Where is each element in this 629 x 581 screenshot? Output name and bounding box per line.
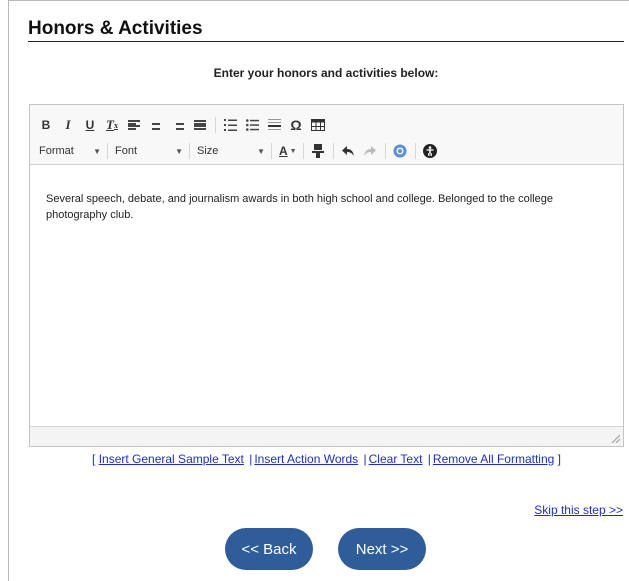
remove-format-button[interactable]: Tx: [105, 116, 119, 134]
toolbar-row-2: Format ▼ Font ▼ Size ▼ A ▼: [39, 142, 445, 160]
toolbar-separator: [215, 117, 216, 133]
format-dropdown[interactable]: Format ▼: [39, 143, 101, 159]
link-separator: |: [249, 452, 253, 466]
size-dropdown[interactable]: Size ▼: [197, 143, 265, 159]
size-dropdown-label: Size: [197, 145, 219, 157]
open-bracket: [: [92, 452, 96, 466]
editor-status-bar: [30, 426, 623, 446]
accessibility-icon: [422, 144, 437, 158]
align-center-icon: [150, 120, 162, 130]
toolbar-separator: [271, 143, 272, 159]
align-left-button[interactable]: [127, 116, 141, 134]
format-dropdown-label: Format: [39, 145, 74, 157]
remove-format-sub: x: [113, 120, 118, 130]
numbered-list-icon: [223, 119, 237, 131]
close-bracket: ]: [557, 452, 561, 466]
insert-general-sample-text-link[interactable]: Insert General Sample Text: [99, 452, 244, 466]
skip-step-link[interactable]: Skip this step >>: [534, 503, 623, 517]
highlight-button[interactable]: [311, 142, 325, 160]
insert-action-words-link[interactable]: Insert Action Words: [254, 452, 358, 466]
help-button[interactable]: [393, 142, 407, 160]
redo-icon: [363, 146, 376, 156]
undo-button[interactable]: [341, 142, 355, 160]
font-dropdown-label: Font: [115, 145, 138, 157]
clear-text-link[interactable]: Clear Text: [369, 452, 423, 466]
editor-text: Several speech, debate, and journalism a…: [46, 193, 553, 221]
horizontal-line-button[interactable]: [267, 116, 281, 134]
undo-icon: [341, 146, 354, 156]
editor-content-area[interactable]: Several speech, debate, and journalism a…: [30, 165, 623, 223]
chevron-down-icon: ▼: [289, 147, 297, 155]
bulleted-list-icon: [245, 119, 259, 131]
instruction-text: Enter your honors and activities below:: [213, 66, 439, 80]
bold-button[interactable]: B: [39, 116, 53, 134]
frame-left-border: [8, 0, 9, 581]
accessibility-button[interactable]: [422, 142, 437, 160]
chevron-down-icon: ▼: [175, 146, 183, 156]
next-button[interactable]: Next >>: [338, 528, 426, 570]
highlight-marker-icon: [311, 144, 324, 158]
toolbar-separator: [107, 143, 108, 159]
editor-action-links: [ Insert General Sample Text | Insert Act…: [29, 452, 624, 466]
toolbar-separator: [189, 143, 190, 159]
link-separator: |: [363, 452, 367, 466]
align-left-icon: [128, 120, 140, 130]
align-justify-button[interactable]: [193, 116, 207, 134]
frame-top-border: [8, 0, 629, 1]
horizontal-line-icon: [267, 119, 281, 130]
italic-button[interactable]: I: [61, 116, 75, 134]
back-button[interactable]: << Back: [225, 528, 313, 570]
align-right-button[interactable]: [171, 116, 185, 134]
editor-toolbar: B I U Tx Ω Format ▼ Font ▼ Size ▼ A ▼: [30, 105, 623, 165]
resize-grip-icon[interactable]: [610, 433, 620, 443]
font-dropdown[interactable]: Font ▼: [115, 143, 183, 159]
toolbar-separator: [384, 143, 386, 159]
bulleted-list-button[interactable]: [245, 116, 259, 134]
chevron-down-icon: ▼: [257, 146, 265, 156]
special-character-button[interactable]: Ω: [289, 116, 303, 134]
redo-button[interactable]: [363, 142, 377, 160]
rich-text-editor: B I U Tx Ω Format ▼ Font ▼ Size ▼ A ▼ Se…: [29, 104, 624, 447]
insert-table-button[interactable]: [311, 116, 325, 134]
numbered-list-button[interactable]: [223, 116, 237, 134]
toolbar-separator: [332, 143, 334, 159]
help-icon: [393, 144, 407, 158]
page-title: Honors & Activities: [28, 18, 624, 42]
align-justify-icon: [194, 120, 206, 130]
underline-button[interactable]: U: [83, 116, 97, 134]
toolbar-row-1: B I U Tx Ω: [39, 115, 333, 135]
table-icon: [311, 119, 325, 131]
toolbar-separator: [414, 143, 416, 159]
remove-format-glyph: T: [106, 117, 114, 132]
text-color-button[interactable]: A ▼: [279, 142, 297, 160]
toolbar-separator: [302, 143, 304, 159]
align-right-icon: [172, 120, 184, 130]
remove-all-formatting-link[interactable]: Remove All Formatting: [433, 452, 554, 466]
link-separator: |: [427, 452, 431, 466]
chevron-down-icon: ▼: [93, 146, 101, 156]
text-color-icon: A: [279, 144, 288, 158]
align-center-button[interactable]: [149, 116, 163, 134]
